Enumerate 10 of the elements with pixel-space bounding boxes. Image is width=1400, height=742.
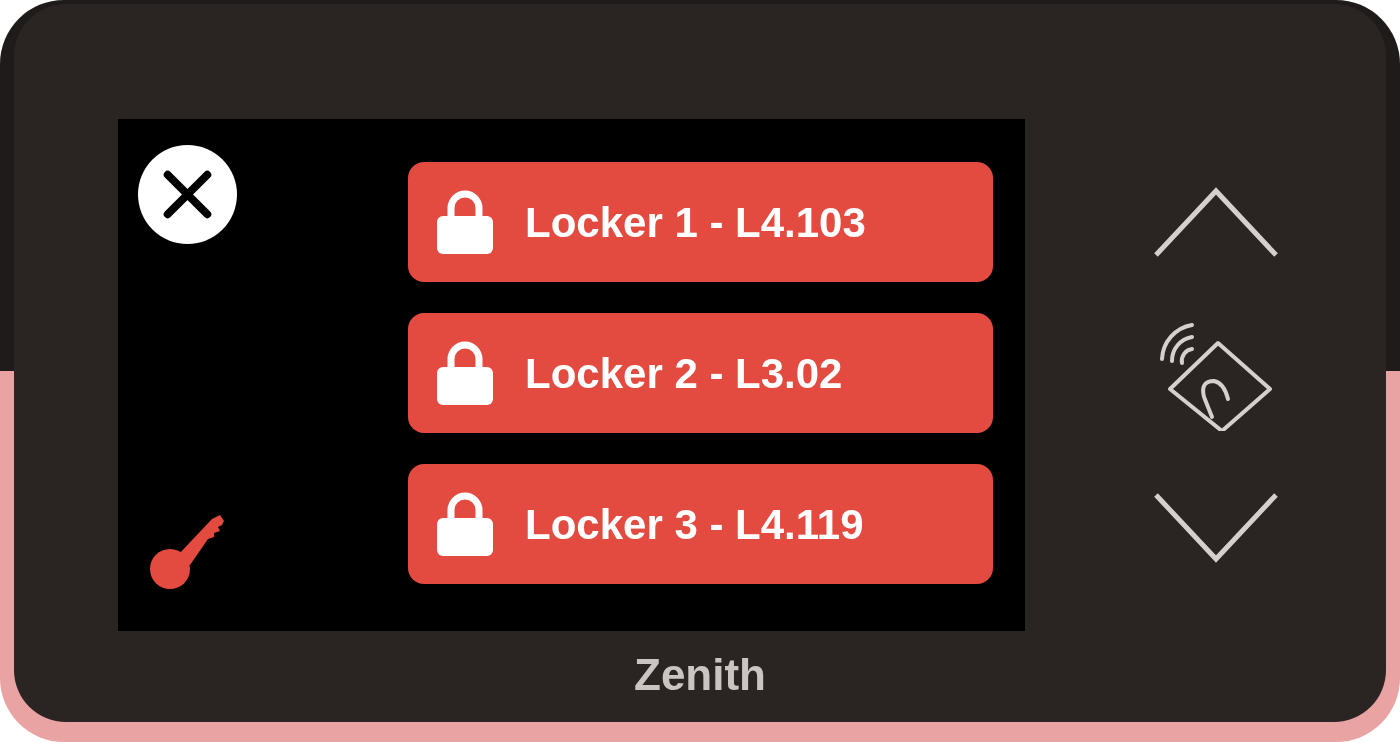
locker-button[interactable]: Locker 2 - L3.02 xyxy=(408,313,993,433)
brand-logo: Zenith xyxy=(634,653,766,697)
lock-icon xyxy=(437,341,493,405)
lock-icon xyxy=(437,190,493,254)
chevron-up-icon[interactable] xyxy=(1152,187,1279,257)
locker-button[interactable]: Locker 1 - L4.103 xyxy=(408,162,993,282)
lock-icon xyxy=(437,492,493,556)
locker-button[interactable]: Locker 3 - L4.119 xyxy=(408,464,993,584)
chevron-down-icon[interactable] xyxy=(1152,493,1279,563)
close-icon[interactable] xyxy=(137,145,238,244)
